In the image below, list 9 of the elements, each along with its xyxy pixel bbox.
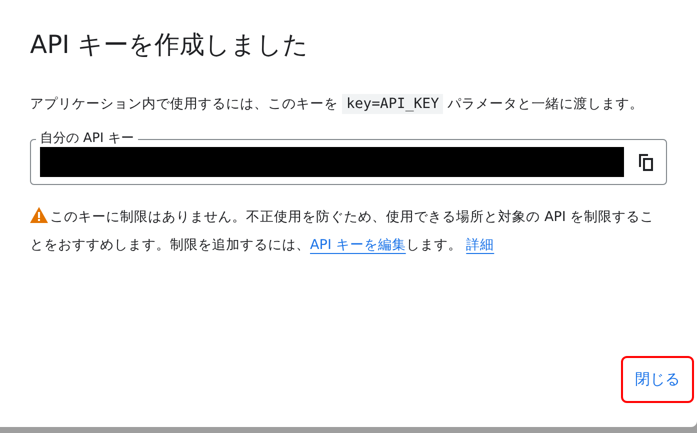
field-label: 自分の API キー	[36, 131, 138, 147]
close-button[interactable]: 閉じる	[629, 362, 686, 397]
warning-text: このキーに制限はありません。不正使用を防ぐため、使用できる場所と対象の API を制限することをおすすめします。制限を追加するには、API キーを編集 します。 詳細	[30, 209, 654, 253]
dialog-title: API キーを作成しました	[30, 29, 310, 61]
copy-icon[interactable]	[638, 153, 654, 171]
learn-more-link[interactable]: 詳細	[466, 237, 494, 253]
description-text: アプリケーション内で使用するには、このキーを key=API_KEY パラメータと一緒に渡します。	[30, 93, 644, 116]
edit-key-link[interactable]: API キーを編集	[310, 237, 406, 253]
warning-icon	[30, 207, 48, 223]
